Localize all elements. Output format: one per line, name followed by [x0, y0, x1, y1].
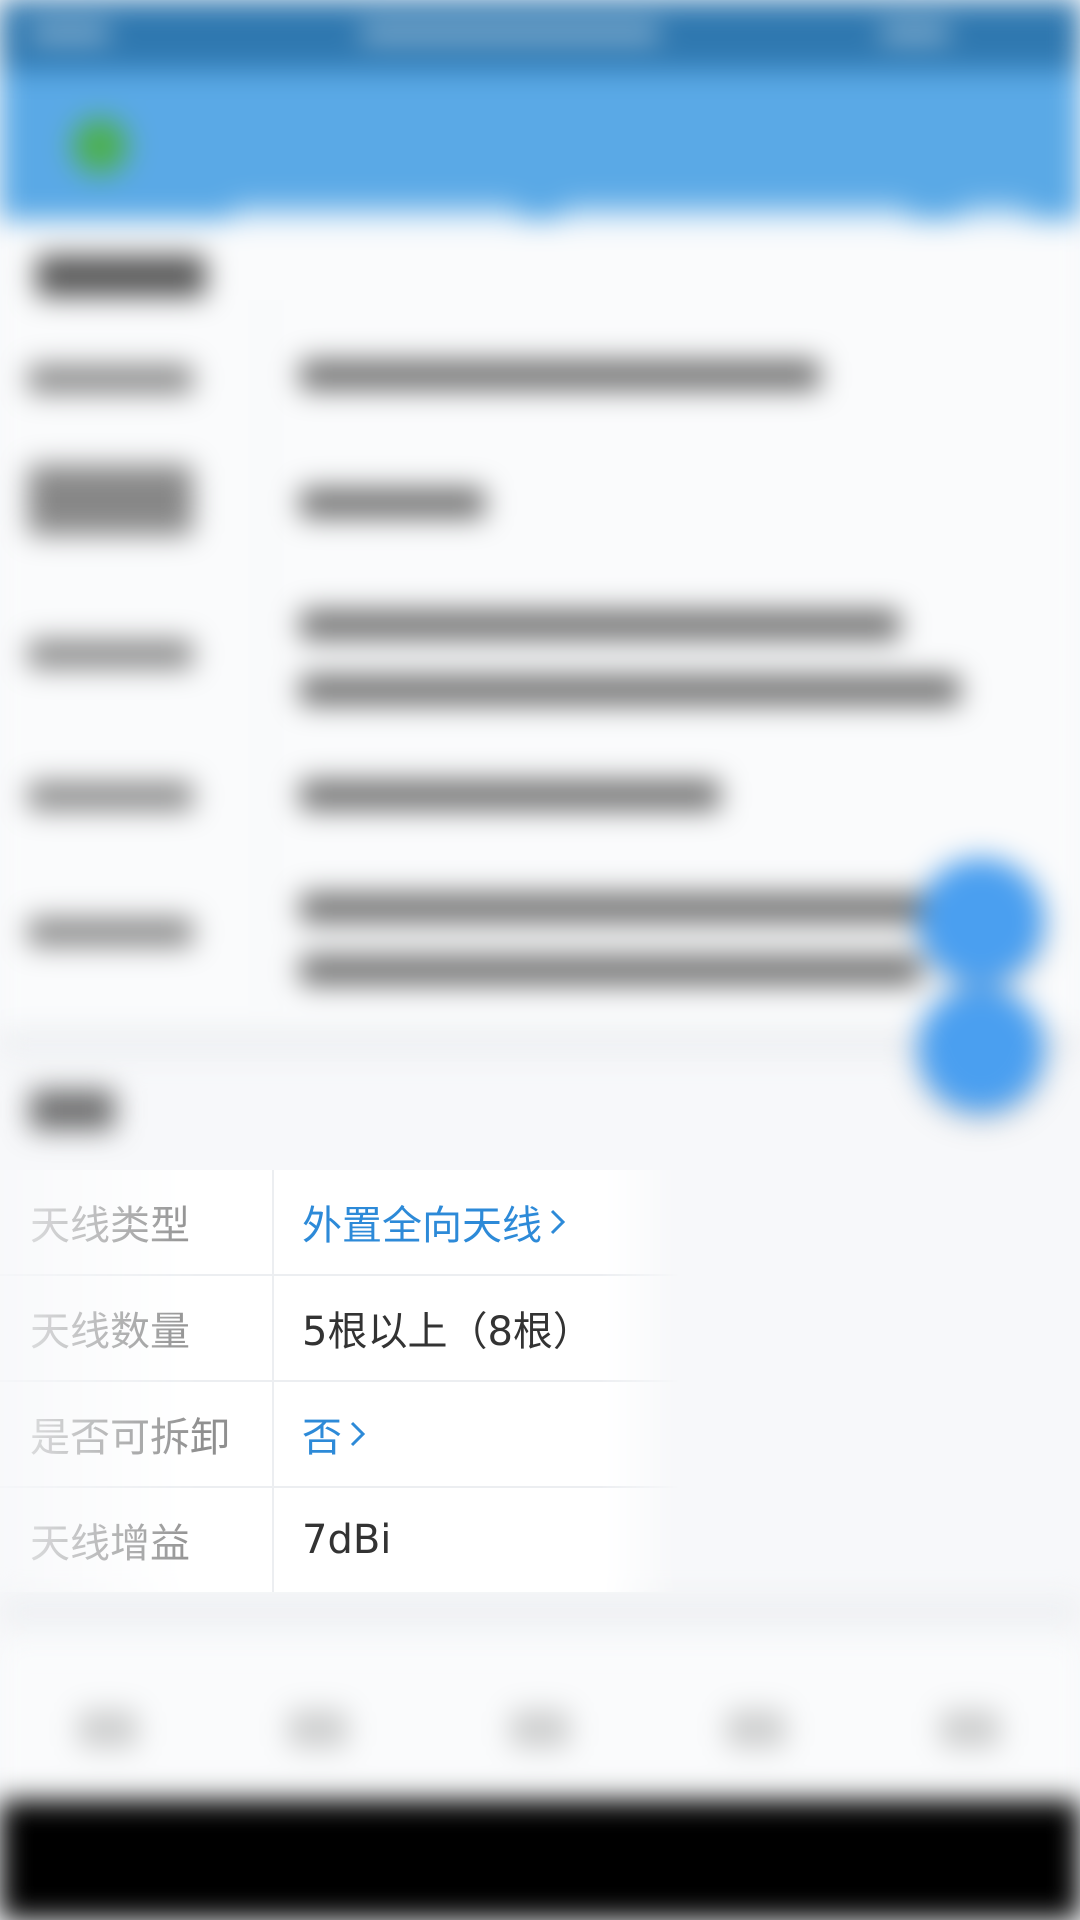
app-logo-icon	[72, 118, 128, 174]
row-value-placeholder	[300, 488, 485, 518]
spec-label: 天线数量	[0, 1276, 274, 1380]
screen: 天线类型 外置全向天线 天线数量 5根以上（8根） 是否可拆卸 否 天线增益 7…	[0, 0, 1080, 1920]
blurred-background	[0, 0, 1080, 1920]
spec-value-link[interactable]: 否	[274, 1405, 368, 1463]
table-divider	[265, 300, 267, 1010]
antenna-section-title-placeholder	[30, 1090, 115, 1130]
spec-label: 是否可拆卸	[0, 1382, 274, 1486]
status-bar	[0, 0, 1080, 70]
nav-item-icon[interactable]	[288, 1710, 348, 1748]
nav-item-icon[interactable]	[510, 1710, 570, 1748]
row-value-placeholder	[300, 360, 820, 390]
spec-value: 7dBi	[302, 1517, 392, 1563]
spec-value-text[interactable]: 否	[302, 1405, 342, 1463]
antenna-spec-table: 天线类型 外置全向天线 天线数量 5根以上（8根） 是否可拆卸 否 天线增益 7…	[0, 1170, 680, 1594]
spec-row-antenna-count: 天线数量 5根以上（8根）	[0, 1276, 680, 1382]
spec-row-antenna-type: 天线类型 外置全向天线	[0, 1170, 680, 1276]
nav-item-icon[interactable]	[726, 1710, 786, 1748]
chevron-right-icon[interactable]	[348, 1419, 368, 1449]
app-bar	[0, 70, 1080, 231]
row-label-placeholder	[28, 918, 193, 946]
status-icons-placeholder	[360, 26, 660, 40]
status-time-placeholder	[30, 26, 110, 40]
section-gap	[0, 1600, 1080, 1622]
chevron-right-icon[interactable]	[548, 1207, 568, 1237]
spec-label: 天线类型	[0, 1170, 274, 1274]
nav-item-icon[interactable]	[78, 1710, 138, 1748]
row-label-placeholder	[28, 782, 193, 810]
fab-secondary[interactable]	[918, 986, 1044, 1112]
section-title-placeholder	[36, 255, 206, 297]
row-value-placeholder	[300, 893, 960, 923]
row-value-placeholder	[300, 675, 960, 705]
spec-row-detachable: 是否可拆卸 否	[0, 1382, 680, 1488]
spec-value: 5根以上（8根）	[302, 1309, 593, 1355]
fab-primary[interactable]	[918, 858, 1044, 984]
row-value-placeholder	[300, 610, 900, 640]
spec-label: 天线增益	[0, 1488, 274, 1592]
row-label-placeholder	[28, 640, 193, 668]
battery-icon	[880, 26, 950, 40]
row-label-placeholder	[28, 365, 193, 393]
row-value-placeholder	[300, 955, 920, 985]
spec-value-text[interactable]: 外置全向天线	[302, 1193, 542, 1251]
row-value-placeholder	[300, 780, 720, 810]
nav-item-icon[interactable]	[940, 1710, 1000, 1748]
spec-value-link[interactable]: 外置全向天线	[274, 1193, 568, 1251]
row-label-placeholder	[28, 465, 193, 535]
system-navigation-bar	[0, 1800, 1080, 1920]
spec-row-antenna-gain: 天线增益 7dBi	[0, 1488, 680, 1594]
